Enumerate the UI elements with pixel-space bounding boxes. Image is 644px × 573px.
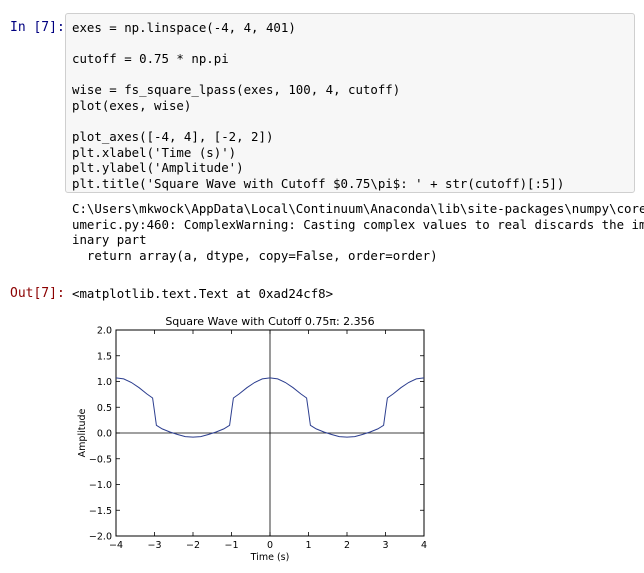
y-tick-label: 1.0 — [97, 377, 112, 388]
x-tick-label: 1 — [305, 540, 311, 551]
y-tick-label: −1.5 — [89, 506, 112, 517]
y-tick-label: 2.0 — [97, 326, 112, 337]
x-tick-label: −3 — [147, 540, 161, 551]
y-tick-label: −1.0 — [89, 480, 112, 491]
y-tick-label: −2.0 — [89, 532, 112, 543]
y-axis-label: Amplitude — [77, 409, 88, 458]
x-tick-label: 3 — [382, 540, 388, 551]
x-tick-label: 0 — [267, 540, 273, 551]
chart-title: Square Wave with Cutoff 0.75π: 2.356 — [165, 315, 374, 328]
y-tick-label: 1.5 — [97, 351, 112, 362]
square-wave-chart: −4 −3 −2 −1 0 1 2 3 42.01.51.00.50.0−0.5−1.0−1.5… — [77, 315, 427, 563]
y-tick-label: 0.5 — [97, 403, 112, 414]
x-tick-label: 4 — [421, 540, 427, 551]
x-tick-label: −2 — [186, 540, 200, 551]
x-tick-label: −1 — [224, 540, 238, 551]
y-tick-label: 0.0 — [97, 429, 112, 440]
y-tick-label: −0.5 — [89, 454, 112, 465]
x-axis-label: Time (s) — [250, 552, 290, 563]
x-tick-label: 2 — [344, 540, 350, 551]
